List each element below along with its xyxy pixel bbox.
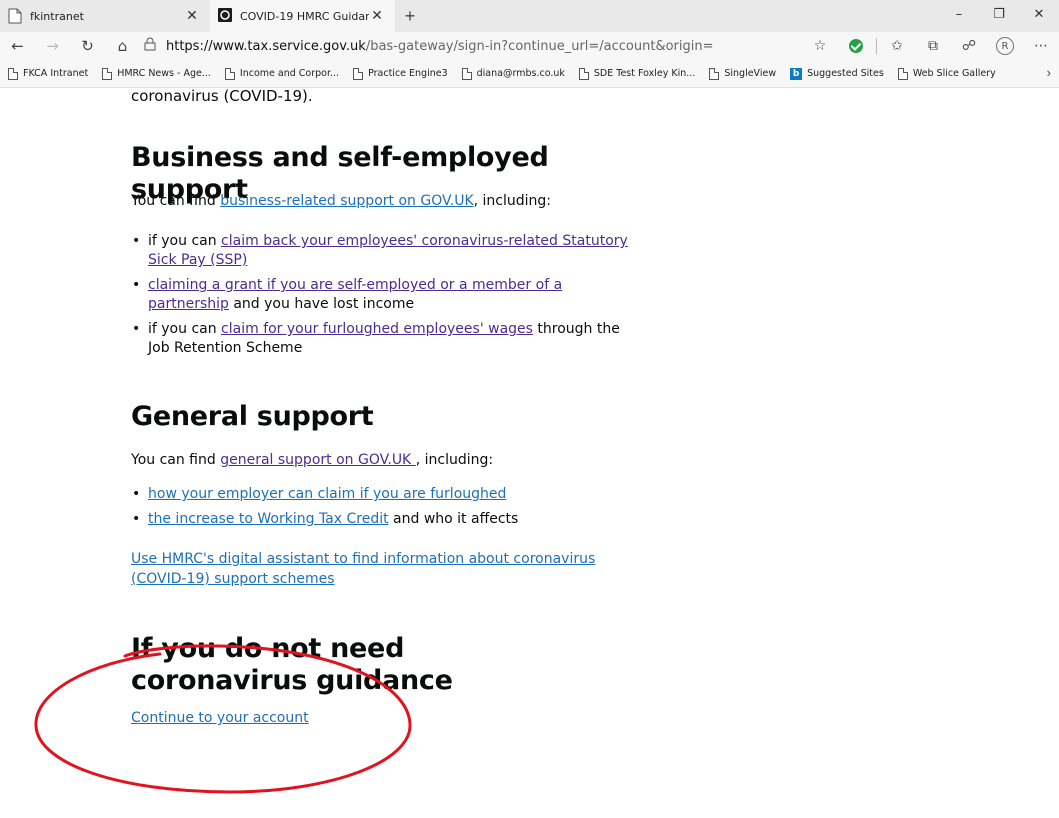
general-support-intro: You can find general support on GOV.UK ,…	[131, 450, 493, 470]
list-item: claiming a grant if you are self-employe…	[131, 276, 631, 314]
chevron-right-icon[interactable]: ›	[1047, 65, 1051, 80]
favorite-label: diana@rmbs.co.uk	[476, 68, 565, 79]
intro-text: You can find	[131, 452, 221, 468]
favorite-label: Practice Engine3	[368, 68, 448, 79]
collections-icon[interactable]: ⧉	[915, 32, 951, 60]
back-arrow-icon[interactable]: ←	[0, 32, 35, 60]
favorite-label: FKCA Intranet	[23, 68, 89, 79]
favorites-list-icon[interactable]: ✩	[879, 32, 915, 60]
intro-text: You can find	[131, 193, 221, 209]
more-menu-icon[interactable]: ⋯	[1023, 32, 1059, 60]
general-support-heading: General support	[131, 401, 374, 432]
toolbar-divider	[876, 38, 877, 54]
bing-icon: b	[790, 67, 803, 80]
close-icon[interactable]: ✕	[1019, 0, 1059, 28]
forward-arrow-icon[interactable]: →	[35, 32, 70, 60]
favorite-star-icon[interactable]: ☆	[802, 32, 838, 60]
share-icon[interactable]: ☍	[951, 32, 987, 60]
business-support-link[interactable]: business-related support on GOV.UK	[220, 193, 473, 209]
home-icon[interactable]: ⌂	[105, 32, 140, 60]
digital-assistant-link[interactable]: Use HMRC's digital assistant to find inf…	[131, 551, 595, 587]
favorite-label: SDE Test Foxley Kin...	[593, 68, 696, 79]
minimize-icon[interactable]: –	[939, 0, 979, 28]
favorite-singleview[interactable]: SingleView	[705, 67, 777, 80]
item-text: and you have lost income	[228, 296, 415, 312]
favorite-label: HMRC News - Age...	[117, 68, 211, 79]
digital-assistant-paragraph: Use HMRC's digital assistant to find inf…	[131, 549, 611, 589]
page-icon	[709, 67, 720, 80]
page-icon	[8, 8, 22, 24]
page-icon	[102, 67, 113, 80]
plus-icon[interactable]: +	[395, 0, 425, 32]
favorite-label: Income and Corpor...	[239, 68, 340, 79]
address-bar[interactable]: https://www.tax.service.gov.uk/bas-gatew…	[140, 34, 800, 58]
item-text: and who it affects	[388, 511, 519, 527]
intro-text: , including:	[415, 452, 494, 468]
favorite-label: Suggested Sites	[807, 68, 884, 79]
favorites-bar: FKCA Intranet HMRC News - Age... Income …	[0, 60, 1059, 88]
tab-title: COVID-19 HMRC Guidance	[240, 9, 369, 23]
tab-fkintranet[interactable]: fkintranet ✕	[0, 0, 210, 32]
list-item: the increase to Working Tax Credit and w…	[131, 510, 631, 529]
hmrc-favicon-icon	[218, 8, 232, 24]
lock-icon	[144, 37, 166, 55]
tab-close-icon[interactable]: ✕	[369, 8, 385, 24]
favorite-web-slice-gallery[interactable]: Web Slice Gallery	[894, 67, 996, 80]
business-support-intro: You can find business-related support on…	[131, 191, 551, 211]
intro-text-tail: coronavirus (COVID-19).	[131, 87, 313, 105]
restore-icon[interactable]: ❐	[979, 0, 1019, 28]
page-icon	[897, 67, 908, 80]
general-support-list: how your employer can claim if you are f…	[131, 485, 631, 535]
favorite-sde-test[interactable]: SDE Test Foxley Kin...	[575, 67, 696, 80]
extension-check-icon[interactable]	[838, 32, 874, 60]
no-guidance-heading: If you do not need coronavirus guidance	[131, 633, 453, 696]
url-path: /bas-gateway/sign-in?continue_url=/accou…	[365, 38, 714, 54]
favorite-fkca-intranet[interactable]: FKCA Intranet	[4, 67, 89, 80]
refresh-icon[interactable]: ↻	[70, 32, 105, 60]
business-support-list: if you can claim back your employees' co…	[131, 232, 631, 364]
item-text: if you can	[148, 233, 222, 249]
working-tax-credit-link[interactable]: the increase to Working Tax Credit	[148, 511, 389, 527]
general-support-link[interactable]: general support on GOV.UK	[220, 452, 415, 468]
list-item: if you can claim back your employees' co…	[131, 232, 631, 270]
favorite-suggested-sites[interactable]: b Suggested Sites	[786, 67, 884, 80]
window-controls: – ❐ ✕	[939, 0, 1059, 32]
page-icon	[353, 67, 364, 80]
profile-avatar-icon[interactable]: R	[987, 32, 1023, 60]
continue-paragraph: Continue to your account	[131, 708, 309, 728]
browser-titlebar: fkintranet ✕ COVID-19 HMRC Guidance ✕ + …	[0, 0, 1059, 32]
url-host: https://www.tax.service.gov.uk	[166, 38, 366, 54]
page-icon	[578, 67, 589, 80]
favorite-hmrc-news[interactable]: HMRC News - Age...	[98, 67, 211, 80]
tab-title: fkintranet	[30, 9, 84, 23]
toolbar-icons: ☆ ✩ ⧉ ☍ R ⋯	[802, 32, 1059, 60]
item-text: if you can	[148, 321, 222, 337]
continue-to-account-link[interactable]: Continue to your account	[131, 710, 309, 726]
favorite-income-corporation[interactable]: Income and Corpor...	[221, 67, 340, 80]
tab-close-icon[interactable]: ✕	[184, 8, 200, 24]
page-icon	[8, 67, 18, 80]
favorite-label: Web Slice Gallery	[912, 68, 996, 79]
page-icon	[224, 67, 235, 80]
list-item: how your employer can claim if you are f…	[131, 485, 631, 504]
favorite-label: SingleView	[724, 68, 777, 79]
list-item: if you can claim for your furloughed emp…	[131, 320, 631, 358]
favorite-practice-engine[interactable]: Practice Engine3	[349, 67, 448, 80]
page-icon	[461, 67, 472, 80]
browser-navbar: ← → ↻ ⌂ https://www.tax.service.gov.uk/b…	[0, 32, 1059, 60]
tab-covid-guidance[interactable]: COVID-19 HMRC Guidance ✕	[210, 0, 395, 32]
furlough-claim-link[interactable]: claim for your furloughed employees' wag…	[221, 321, 533, 337]
employer-furlough-link[interactable]: how your employer can claim if you are f…	[148, 486, 506, 502]
favorite-diana-email[interactable]: diana@rmbs.co.uk	[458, 67, 565, 80]
intro-text: , including:	[473, 193, 552, 209]
